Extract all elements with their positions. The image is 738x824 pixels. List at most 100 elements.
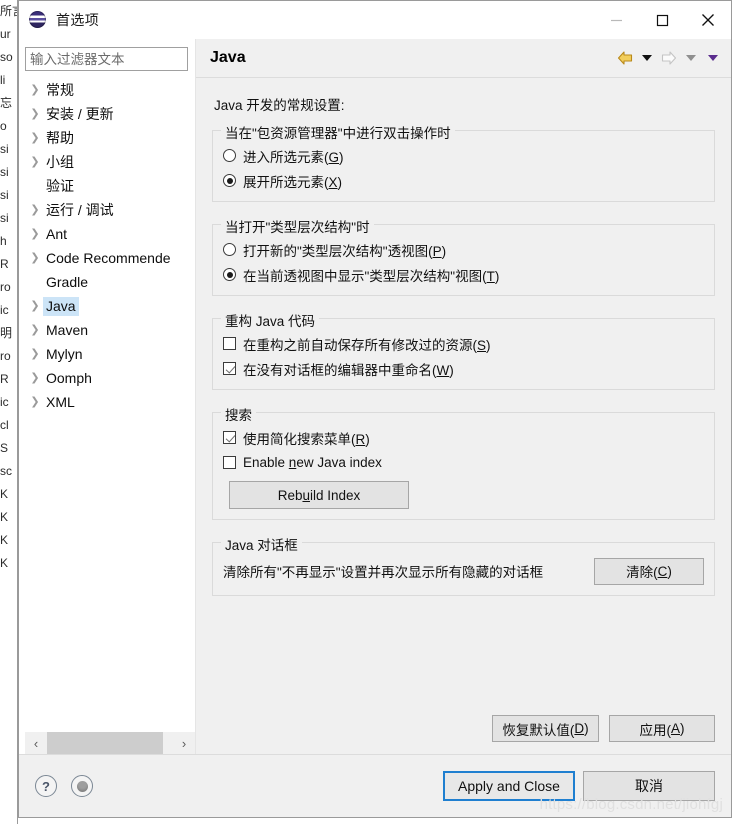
sidebar-item-验证[interactable]: ❯验证 — [25, 174, 194, 198]
tree-expand-chevron-icon[interactable]: ❯ — [27, 132, 43, 144]
view-menu-caret-down-icon[interactable] — [703, 47, 723, 69]
scrollbar-thumb[interactable] — [47, 732, 163, 754]
window-controls — [593, 1, 731, 39]
help-icon[interactable]: ? — [35, 775, 57, 797]
shell-status-icon[interactable] — [71, 775, 93, 797]
preferences-content: Java Java 开发的常规设置: 当在"包资源管理器"中进行双击操作时 进入… — [195, 39, 731, 754]
footer-left-icons: ? — [35, 775, 93, 797]
checkbox[interactable] — [223, 362, 236, 375]
cancel-button[interactable]: 取消 — [583, 771, 715, 801]
back-menu-caret-down-icon[interactable] — [637, 47, 657, 69]
radio-option-row[interactable]: 打开新的"类型层次结构"透视图(P) — [223, 237, 704, 262]
clear-dialogs-description: 清除所有"不再显示"设置并再次显示所有隐藏的对话框 — [223, 565, 544, 580]
sidebar-item-ant[interactable]: ❯ Ant — [25, 222, 194, 246]
sidebar-item-java[interactable]: ❯ Java — [25, 294, 194, 318]
option-label: Enable new Java index — [243, 455, 382, 470]
clear-dialogs-button[interactable]: 清除(C) — [594, 557, 704, 585]
scroll-left-arrow-icon[interactable]: ‹ — [25, 732, 47, 754]
dialog-body: ❯常规❯安装 / 更新❯帮助❯小组❯验证❯运行 / 调试❯Ant❯Code Re… — [19, 39, 731, 754]
settings-group: Java 对话框 清除所有"不再显示"设置并再次显示所有隐藏的对话框 清除(C) — [212, 534, 715, 596]
clear-dialogs-row: 清除所有"不再显示"设置并再次显示所有隐藏的对话框 清除(C) — [223, 555, 704, 587]
settings-group: 重构 Java 代码 在重构之前自动保存所有修改过的资源(S) 在没有对话框的编辑器… — [212, 310, 715, 390]
sidebar-item-mylyn[interactable]: ❯ Mylyn — [25, 342, 194, 366]
apply-bar: 恢复默认值(D) 应用(A) — [196, 707, 731, 754]
intro-text: Java 开发的常规设置: — [214, 98, 345, 113]
preferences-tree[interactable]: ❯常规❯安装 / 更新❯帮助❯小组❯验证❯运行 / 调试❯Ant❯Code Re… — [25, 78, 195, 731]
checkbox[interactable] — [223, 337, 236, 350]
option-label: 打开新的"类型层次结构"透视图(P) — [243, 243, 447, 259]
group-title: 重构 Java 代码 — [221, 310, 320, 330]
radio-option-row[interactable]: 进入所选元素(G) — [223, 143, 704, 168]
radio-button[interactable] — [223, 268, 236, 281]
tree-expand-chevron-icon[interactable]: ❯ — [27, 252, 43, 264]
sidebar-item-label: 帮助 — [46, 129, 74, 146]
dialog-button-bar: ? Apply and Close 取消 https://blog.csdn.n… — [19, 754, 731, 817]
option-label: 进入所选元素(G) — [243, 149, 344, 165]
close-button[interactable] — [685, 1, 731, 39]
sidebar-item-运行-调试[interactable]: ❯ 运行 / 调试 — [25, 198, 194, 222]
checkbox-option-row[interactable]: Enable new Java index — [223, 450, 704, 475]
settings-groups: 当在"包资源管理器"中进行双击操作时 进入所选元素(G) 展开所选元素(X) 当打开"… — [212, 122, 715, 596]
tree-expand-chevron-icon[interactable]: ❯ — [27, 300, 43, 312]
filter-input[interactable] — [25, 47, 188, 71]
sidebar-item-oomph[interactable]: ❯ Oomph — [25, 366, 194, 390]
sidebar-item-label: 常规 — [46, 81, 74, 98]
checkbox-option-row[interactable]: 在没有对话框的编辑器中重命名(W) — [223, 356, 704, 381]
sidebar-item-label: 小组 — [46, 153, 74, 170]
option-label: 展开所选元素(X) — [243, 174, 343, 190]
settings-group: 当在"包资源管理器"中进行双击操作时进入所选元素(G) 展开所选元素(X) — [212, 122, 715, 202]
sidebar-item-帮助[interactable]: ❯ 帮助 — [25, 126, 194, 150]
checkbox-option-row[interactable]: 使用简化搜索菜单(R) — [223, 425, 704, 450]
tree-expand-chevron-icon[interactable]: ❯ — [27, 156, 43, 168]
tree-horizontal-scrollbar[interactable]: ‹ › — [25, 731, 195, 754]
radio-option-row[interactable]: 展开所选元素(X) — [223, 168, 704, 193]
group-title: 当在"包资源管理器"中进行双击操作时 — [221, 122, 455, 142]
radio-button[interactable] — [223, 149, 236, 162]
forward-menu-caret-down-icon[interactable] — [681, 47, 701, 69]
tree-expand-chevron-icon[interactable]: ❯ — [27, 108, 43, 120]
sidebar-item-xml[interactable]: ❯ XML — [25, 390, 194, 414]
group-title: 搜索 — [221, 404, 256, 424]
tree-expand-chevron-icon[interactable]: ❯ — [27, 84, 43, 96]
tree-expand-chevron-icon[interactable]: ❯ — [27, 324, 43, 336]
scroll-right-arrow-icon[interactable]: › — [173, 732, 195, 754]
forward-arrow-icon[interactable] — [659, 47, 679, 69]
scrollbar-track[interactable] — [47, 732, 173, 754]
tree-expand-chevron-icon[interactable]: ❯ — [27, 228, 43, 240]
tree-expand-chevron-icon[interactable]: ❯ — [27, 396, 43, 408]
sidebar-item-常规[interactable]: ❯ 常规 — [25, 78, 194, 102]
dialog-title: 首选项 — [56, 12, 100, 28]
sidebar-item-gradle[interactable]: ❯Gradle — [25, 270, 194, 294]
radio-button[interactable] — [223, 174, 236, 187]
sidebar-item-label: 安装 / 更新 — [46, 105, 114, 122]
background-left-text: 所言蚀蚀项ursoli忘osisisisihRroic明roRicclSscKK… — [0, 4, 18, 570]
sidebar-item-安装-更新[interactable]: ❯ 安装 / 更新 — [25, 102, 194, 126]
radio-button[interactable] — [223, 243, 236, 256]
maximize-button[interactable] — [639, 1, 685, 39]
sidebar-item-小组[interactable]: ❯ 小组 — [25, 150, 194, 174]
group-content: 在重构之前自动保存所有修改过的资源(S) 在没有对话框的编辑器中重命名(W) — [223, 323, 704, 381]
checkbox[interactable] — [223, 456, 236, 469]
tree-expand-chevron-icon[interactable]: ❯ — [27, 204, 43, 216]
tree-expand-chevron-icon[interactable]: ❯ — [27, 372, 43, 384]
sidebar-item-maven[interactable]: ❯ Maven — [25, 318, 194, 342]
navigation-icons — [615, 47, 723, 69]
apply-and-close-button[interactable]: Apply and Close — [443, 771, 575, 801]
tree-expand-chevron-icon[interactable]: ❯ — [27, 348, 43, 360]
sidebar-item-code-recommende[interactable]: ❯ Code Recommende — [25, 246, 194, 270]
rebuild-index-button[interactable]: Reb u ild Index — [229, 481, 409, 509]
group-content: 进入所选元素(G) 展开所选元素(X) — [223, 135, 704, 193]
restore-defaults-button[interactable]: 恢复默认值(D) — [492, 715, 599, 742]
sidebar-item-label: 验证 — [46, 177, 74, 194]
radio-option-row[interactable]: 在当前透视图中显示"类型层次结构"视图(T) — [223, 262, 704, 287]
eclipse-globe-icon — [29, 11, 47, 29]
checkbox-option-row[interactable]: 在重构之前自动保存所有修改过的资源(S) — [223, 331, 704, 356]
sidebar-item-label: Java — [43, 296, 79, 316]
page-title: Java — [210, 49, 246, 66]
apply-button[interactable]: 应用(A) — [609, 715, 715, 742]
back-arrow-icon[interactable] — [615, 47, 635, 69]
checkbox[interactable] — [223, 431, 236, 444]
sidebar-item-label: Code Recommende — [46, 249, 171, 266]
option-label: 在当前透视图中显示"类型层次结构"视图(T) — [243, 268, 500, 284]
minimize-button[interactable] — [593, 1, 639, 39]
